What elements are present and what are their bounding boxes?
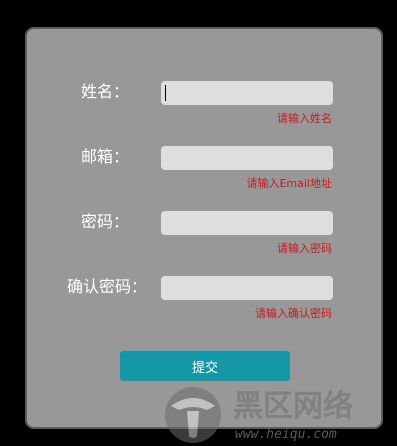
name-hint: 请输入姓名 <box>277 112 332 125</box>
confirm-password-hint: 请输入确认密码 <box>255 307 332 320</box>
confirm-password-input[interactable] <box>161 276 333 300</box>
watermark-url: www.heiqu.com <box>235 427 337 442</box>
email-hint: 请输入Email地址 <box>246 177 332 190</box>
email-label: 邮箱： <box>80 147 129 166</box>
registration-form: 姓名： 请输入姓名 邮箱： 请输入Email地址 密码： 请输入密码 确认密码：… <box>25 27 383 429</box>
name-label: 姓名： <box>80 82 129 101</box>
password-input[interactable] <box>161 211 333 235</box>
submit-button[interactable]: 提交 <box>120 351 290 381</box>
password-hint: 请输入密码 <box>277 242 332 255</box>
text-caret <box>165 85 166 101</box>
email-input[interactable] <box>161 146 333 170</box>
confirm-password-label: 确认密码： <box>66 277 147 296</box>
name-input[interactable] <box>161 81 333 105</box>
password-label: 密码： <box>80 212 129 231</box>
